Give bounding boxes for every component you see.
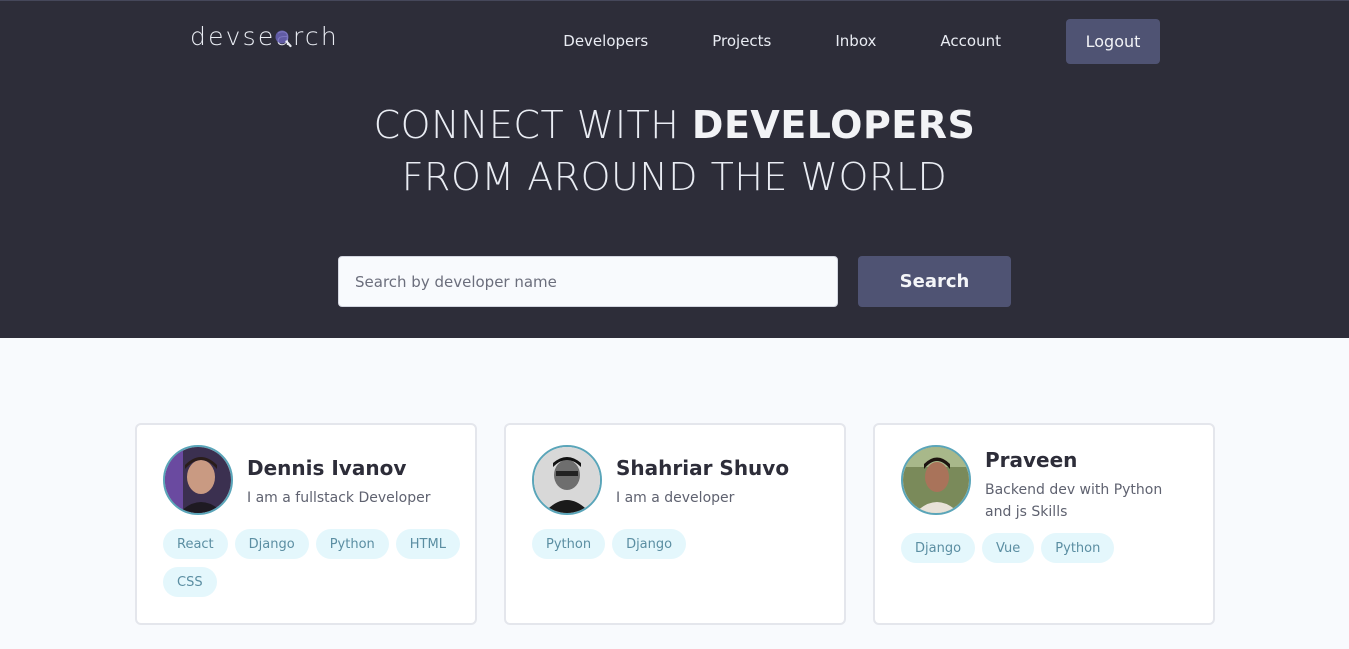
card-info: Shahriar Shuvo I am a developer [616, 445, 789, 509]
header-hero: devsearch Developers Projects Inbox Acco… [0, 0, 1349, 338]
developer-name[interactable]: Praveen [985, 448, 1187, 472]
skill-tag: Django [234, 529, 309, 559]
developer-bio: Backend dev with Python and js Skills [985, 482, 1163, 520]
nav-account[interactable]: Account [940, 32, 1001, 50]
card-header: Dennis Ivanov I am a fullstack Developer [163, 445, 449, 515]
skill-tag: Python [1041, 533, 1115, 563]
nav-developers[interactable]: Developers [563, 32, 648, 50]
skill-tag: Python [532, 529, 606, 559]
developer-name[interactable]: Shahriar Shuvo [616, 456, 789, 480]
skill-tags: React Django Python HTML CSS [163, 529, 463, 597]
developer-list: Dennis Ivanov I am a fullstack Developer… [135, 423, 1215, 625]
hero-line-1-prefix: CONNECT WITH [373, 103, 692, 147]
card-header: Praveen Backend dev with Python and js S… [901, 445, 1187, 523]
navbar: devsearch Developers Projects Inbox Acco… [190, 18, 1160, 64]
logo[interactable]: devsearch [190, 22, 339, 51]
logout-button[interactable]: Logout [1066, 18, 1160, 64]
skill-tag: Python [315, 529, 389, 559]
avatar [163, 445, 233, 515]
logo-search-lens: a [275, 22, 293, 51]
nav-inbox[interactable]: Inbox [835, 32, 876, 50]
developer-name[interactable]: Dennis Ivanov [247, 456, 430, 480]
skill-tag: Django [901, 533, 976, 563]
skill-tags: Django Vue Python [901, 533, 1201, 563]
logo-text-end: rch [292, 22, 339, 51]
avatar [532, 445, 602, 515]
card-info: Dennis Ivanov I am a fullstack Developer [247, 445, 430, 509]
card-header: Shahriar Shuvo I am a developer [532, 445, 818, 515]
logo-text-start: devse [190, 22, 276, 51]
avatar-image [534, 447, 600, 513]
skill-tag: HTML [395, 529, 460, 559]
skill-tags: Python Django [532, 529, 832, 559]
hero-line-2: FROM AROUND THE WORLD [401, 155, 948, 199]
card-info: Praveen Backend dev with Python and js S… [985, 445, 1187, 523]
avatar-image [165, 447, 231, 513]
hero-line-1: CONNECT WITH DEVELOPERS [0, 99, 1349, 151]
skill-tag: React [163, 529, 228, 559]
magnifier-icon [275, 30, 293, 48]
skill-tag: Vue [982, 533, 1035, 563]
developer-card[interactable]: Shahriar Shuvo I am a developer Python D… [504, 423, 846, 625]
search-button[interactable]: Search [858, 256, 1011, 307]
avatar [901, 445, 971, 515]
skill-tag: Django [612, 529, 687, 559]
nav-projects[interactable]: Projects [712, 32, 771, 50]
hero-heading: CONNECT WITH DEVELOPERS FROM AROUND THE … [0, 99, 1349, 203]
developer-card[interactable]: Praveen Backend dev with Python and js S… [873, 423, 1215, 625]
skill-tag: CSS [163, 567, 217, 597]
nav-menu: Developers Projects Inbox Account Logout [563, 18, 1160, 64]
developer-bio: I am a fullstack Developer [247, 490, 431, 506]
avatar-image [903, 447, 969, 513]
hero-line-1-bold: DEVELOPERS [691, 103, 976, 147]
developer-card[interactable]: Dennis Ivanov I am a fullstack Developer… [135, 423, 477, 625]
search-form: Search [338, 256, 1011, 307]
developer-bio: I am a developer [616, 490, 735, 506]
search-input[interactable] [338, 256, 838, 307]
